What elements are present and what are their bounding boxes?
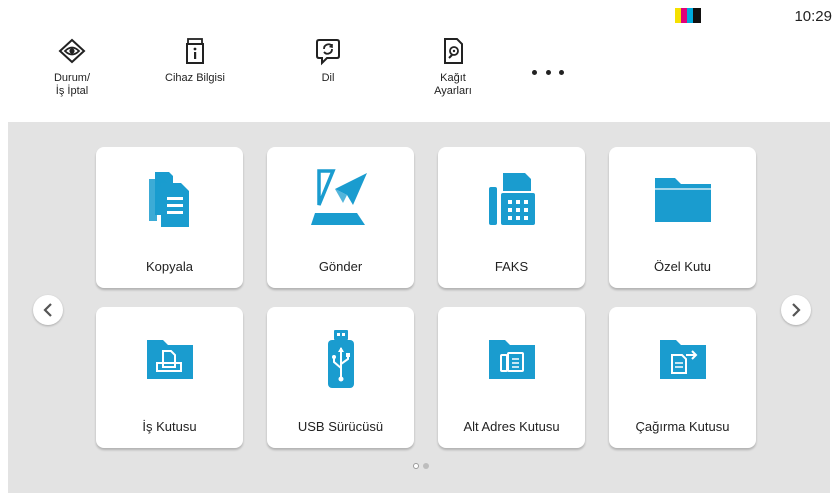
more-icon-dot [545,69,551,75]
paper-settings-button[interactable]: Kağıt Ayarları [408,36,498,98]
next-page-button[interactable] [781,295,811,325]
tile-custom-box-label: Özel Kutu [653,259,712,274]
function-panel: Kopyala Gönder FAKS Özel Kutu İş Kutusu … [8,122,830,493]
tile-polling-box-label: Çağırma Kutusu [635,419,730,434]
tile-send-label: Gönder [318,259,363,274]
previous-page-button[interactable] [33,295,63,325]
tile-fax-label: FAKS [494,259,529,274]
eye-icon [58,38,86,64]
tile-sub-address-box-label: Alt Adres Kutusu [463,419,560,434]
toner-black-bar [693,8,701,23]
tile-copy[interactable]: Kopyala [96,147,243,288]
paper-settings-label: Kağıt Ayarları [434,72,472,97]
usb-icon [327,330,354,388]
toner-level-indicator [675,8,701,23]
device-info-icon [186,38,204,64]
more-icon-dot [532,69,537,75]
tile-send[interactable]: Gönder [267,147,414,288]
job-box-icon [146,340,193,379]
home-screen: 10:29 Durum/ İş İptal Cihaz Bilgisi Dil [0,0,838,501]
chevron-left-icon [43,303,52,317]
tile-copy-label: Kopyala [146,259,193,274]
tile-fax[interactable]: FAKS [438,147,585,288]
copy-icon [148,172,189,227]
status-job-cancel-button[interactable]: Durum/ İş İptal [27,36,117,98]
device-info-button[interactable]: Cihaz Bilgisi [150,36,240,85]
language-button[interactable]: Dil [283,36,373,85]
tile-sub-address-box[interactable]: Alt Adres Kutusu [438,307,585,448]
more-icon-dot [559,69,564,75]
fax-icon [488,173,535,225]
paper-settings-icon [444,38,463,64]
tile-usb-drive[interactable]: USB Sürücüsü [267,307,414,448]
tile-job-box-label: İş Kutusu [142,419,197,434]
chevron-right-icon [792,303,801,317]
tile-usb-drive-label: USB Sürücüsü [297,419,384,434]
device-info-label: Cihaz Bilgisi [165,72,225,84]
page-indicator [413,463,429,469]
more-button[interactable] [528,64,568,80]
language-label: Dil [321,72,335,84]
polling-box-icon [659,340,706,379]
send-icon [310,169,367,225]
tile-polling-box[interactable]: Çağırma Kutusu [609,307,756,448]
tile-job-box[interactable]: İş Kutusu [96,307,243,448]
page-dot-1 [413,463,419,469]
tile-custom-box[interactable]: Özel Kutu [609,147,756,288]
page-dot-2 [423,463,429,469]
folder-icon [654,178,711,222]
sub-address-box-icon [488,340,535,379]
clock: 10:29 [794,8,832,25]
status-job-cancel-label: Durum/ İş İptal [53,72,91,97]
language-icon [316,39,340,66]
